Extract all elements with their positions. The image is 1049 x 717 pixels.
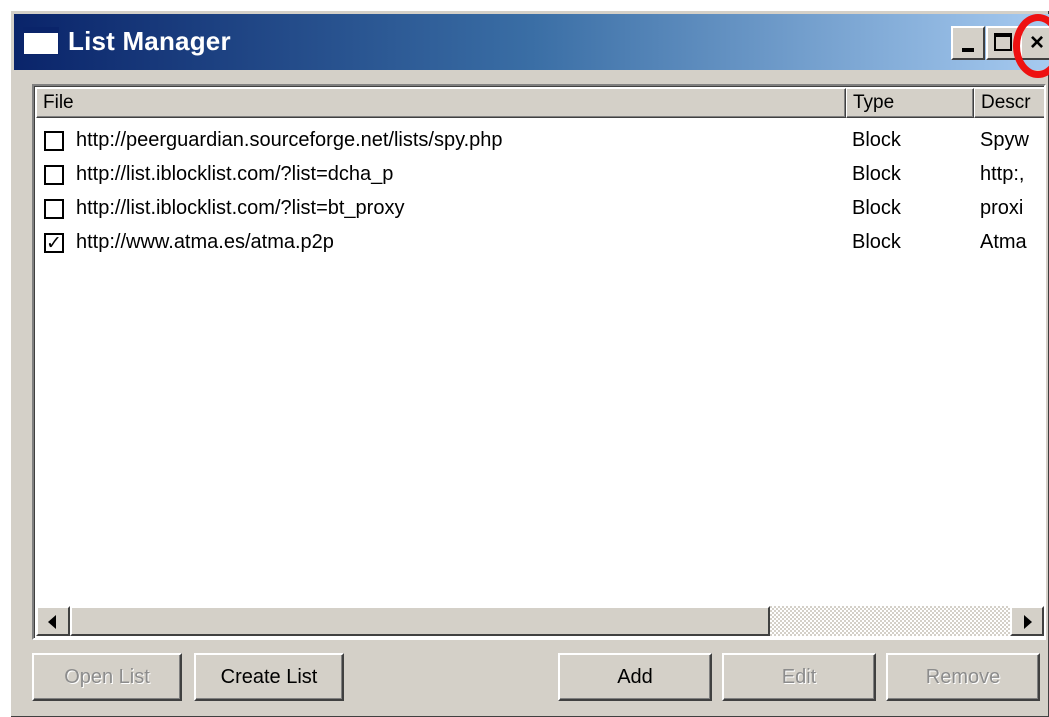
title-bar[interactable]: List Manager × (14, 14, 1049, 70)
list-item-type: Block (852, 231, 901, 253)
list-item-file: http://www.atma.es/atma.p2p (76, 231, 334, 253)
column-header-description[interactable]: Descr (974, 88, 1044, 118)
list-manager-window: List Manager × File Type Descr http://pe… (10, 10, 1049, 717)
list-item-description: Atma (980, 231, 1027, 253)
open-list-button[interactable]: Open List (32, 653, 182, 701)
add-button[interactable]: Add (558, 653, 712, 701)
edit-button[interactable]: Edit (722, 653, 876, 701)
list-item[interactable]: http://peerguardian.sourceforge.net/list… (36, 124, 1044, 158)
checkmark-icon: ✓ (46, 232, 62, 254)
scroll-left-button[interactable] (36, 606, 70, 636)
create-list-button[interactable]: Create List (194, 653, 344, 701)
column-header-type[interactable]: Type (846, 88, 974, 118)
horizontal-scrollbar[interactable] (36, 606, 1044, 636)
minimize-icon (962, 48, 974, 52)
list-item-type: Block (852, 163, 901, 185)
scrollbar-thumb[interactable] (70, 606, 770, 636)
list-item-type: Block (852, 197, 901, 219)
list-item[interactable]: http://list.iblocklist.com/?list=bt_prox… (36, 192, 1044, 226)
list-item-description: proxi (980, 197, 1024, 219)
list-header: File Type Descr (36, 88, 1044, 118)
list-item-checkbox[interactable] (44, 165, 64, 185)
column-header-file[interactable]: File (36, 88, 846, 118)
scroll-right-button[interactable] (1010, 606, 1044, 636)
window-title: List Manager (68, 26, 231, 56)
list-item-file: http://list.iblocklist.com/?list=bt_prox… (76, 197, 405, 219)
minimize-button[interactable] (951, 26, 985, 60)
list-item-type: Block (852, 129, 901, 151)
list-item-description: http:, (980, 163, 1025, 185)
list-item-description: Spyw (980, 129, 1029, 151)
list-item-file: http://peerguardian.sourceforge.net/list… (76, 129, 503, 151)
list-item-checkbox[interactable]: ✓ (44, 233, 64, 253)
list-item[interactable]: http://list.iblocklist.com/?list=dcha_p … (36, 158, 1044, 192)
list-item-checkbox[interactable] (44, 131, 64, 151)
arrow-left-icon (48, 615, 56, 629)
remove-button[interactable]: Remove (886, 653, 1040, 701)
arrow-right-icon (1024, 615, 1032, 629)
window-icon (24, 28, 58, 54)
list-item[interactable]: ✓ http://www.atma.es/atma.p2p Block Atma (36, 226, 1044, 260)
maximize-icon (994, 33, 1012, 51)
list-item-file: http://list.iblocklist.com/?list=dcha_p (76, 163, 394, 185)
list-view[interactable]: File Type Descr http://peerguardian.sour… (32, 84, 1046, 640)
list-item-checkbox[interactable] (44, 199, 64, 219)
